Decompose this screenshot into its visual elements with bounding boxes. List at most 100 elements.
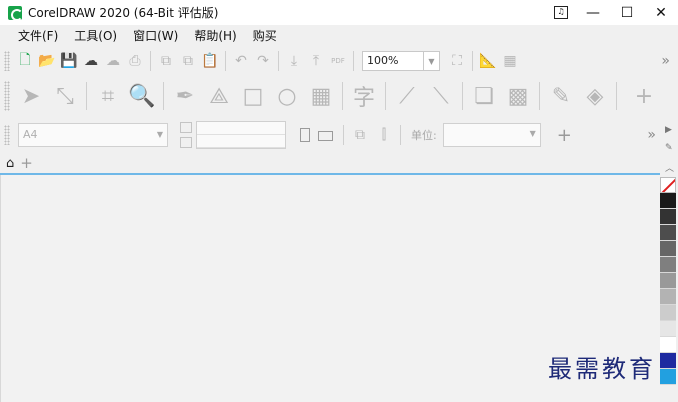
rulers-icon[interactable]: 📐 bbox=[477, 50, 499, 72]
shape-tool-icon[interactable]: ⤡ bbox=[48, 79, 82, 113]
toolbar-grip[interactable] bbox=[4, 125, 10, 145]
color-palette bbox=[660, 177, 676, 385]
color-swatch[interactable] bbox=[660, 337, 676, 353]
crop-tool-icon[interactable]: ⌗ bbox=[91, 79, 125, 113]
landscape-icon[interactable] bbox=[318, 131, 333, 141]
color-swatch[interactable] bbox=[660, 225, 676, 241]
page-size-dropdown[interactable]: A4 ▼ bbox=[18, 123, 168, 147]
menu-window[interactable]: 窗口(W) bbox=[125, 25, 186, 47]
page-dimensions bbox=[180, 121, 286, 149]
parallel-dimension-icon[interactable]: ⟁ bbox=[202, 79, 236, 113]
separator bbox=[86, 82, 87, 110]
notifications-button[interactable]: ♫ bbox=[546, 0, 576, 25]
import-icon[interactable]: ⤓ bbox=[283, 50, 305, 72]
redo-icon[interactable]: ↷ bbox=[252, 50, 274, 72]
color-swatch[interactable] bbox=[660, 305, 676, 321]
maximize-button[interactable]: ☐ bbox=[610, 0, 644, 25]
unit-label: 单位: bbox=[411, 129, 437, 142]
open-icon[interactable]: 📂 bbox=[36, 50, 58, 72]
pen-tool-icon[interactable]: ✒ bbox=[168, 79, 202, 113]
transparency-tool-icon[interactable]: ▩ bbox=[501, 79, 535, 113]
rectangle-tool-icon[interactable]: □ bbox=[236, 79, 270, 113]
chevron-up-icon[interactable]: ︿ bbox=[665, 161, 674, 174]
eyedropper-icon[interactable]: ✎ bbox=[665, 143, 673, 153]
cloud-download-icon[interactable]: ☁ bbox=[80, 50, 102, 72]
page-dimension-icons bbox=[180, 122, 194, 148]
connector-tool-icon[interactable]: ⟋ bbox=[390, 79, 424, 113]
menu-bar: 文件(F) 工具(O) 窗口(W) 帮助(H) 购买 bbox=[0, 25, 678, 47]
close-button[interactable]: ✕ bbox=[644, 0, 678, 25]
separator bbox=[539, 82, 540, 110]
table-tool-icon[interactable]: ▦ bbox=[304, 79, 338, 113]
separator bbox=[278, 51, 279, 71]
eyedropper-icon[interactable]: ✎ bbox=[544, 79, 578, 113]
drop-shadow-icon[interactable]: ❏ bbox=[467, 79, 501, 113]
portrait-icon[interactable] bbox=[300, 128, 310, 142]
menu-file[interactable]: 文件(F) bbox=[10, 25, 66, 47]
chevron-down-icon: ▼ bbox=[156, 130, 163, 139]
color-swatch[interactable] bbox=[660, 353, 676, 369]
menu-help[interactable]: 帮助(H) bbox=[186, 25, 244, 47]
workspace-canvas[interactable]: 最需教育 bbox=[0, 175, 660, 402]
save-icon[interactable]: 💾 bbox=[58, 50, 80, 72]
property-bar: A4 ▼ ⧉ ⫿ 单位: ▼ + » bbox=[0, 117, 678, 153]
color-swatch[interactable] bbox=[660, 289, 676, 305]
export-icon[interactable]: ⤒ bbox=[305, 50, 327, 72]
color-swatch[interactable] bbox=[660, 193, 676, 209]
cloud-upload-icon[interactable]: ☁ bbox=[102, 50, 124, 72]
full-screen-icon[interactable]: ⛶ bbox=[446, 50, 468, 72]
notification-icon: ♫ bbox=[554, 6, 568, 19]
separator bbox=[163, 82, 164, 110]
page-size-value: A4 bbox=[23, 128, 38, 141]
toolbar-overflow-icon[interactable]: » bbox=[661, 53, 670, 69]
color-swatch[interactable] bbox=[660, 257, 676, 273]
current-page-icon[interactable]: ⫿ bbox=[372, 123, 396, 147]
color-swatch[interactable] bbox=[660, 273, 676, 289]
menu-tools[interactable]: 工具(O) bbox=[66, 25, 125, 47]
pick-tool-icon[interactable]: ➤ bbox=[14, 79, 48, 113]
title-bar: CorelDRAW 2020 (64-Bit 评估版) ♫ — ☐ ✕ bbox=[0, 0, 678, 25]
clipboard-icon[interactable]: 📋 bbox=[199, 50, 221, 72]
separator bbox=[343, 125, 344, 145]
toolbar-grip[interactable] bbox=[4, 51, 10, 71]
separator bbox=[342, 82, 343, 110]
color-swatch[interactable] bbox=[660, 321, 676, 337]
export-pdf-icon[interactable]: PDF bbox=[327, 50, 349, 72]
separator bbox=[462, 82, 463, 110]
separator bbox=[150, 51, 151, 71]
paste-icon[interactable]: ⧉ bbox=[177, 50, 199, 72]
home-icon[interactable]: ⌂ bbox=[6, 156, 14, 171]
ellipse-tool-icon[interactable]: ○ bbox=[270, 79, 304, 113]
toolbar-overflow-icon[interactable]: » bbox=[647, 127, 656, 143]
fill-tool-icon[interactable]: ◈ bbox=[578, 79, 612, 113]
all-pages-icon[interactable]: ⧉ bbox=[348, 123, 372, 147]
color-swatch[interactable] bbox=[660, 241, 676, 257]
toolbar-grip[interactable] bbox=[4, 81, 10, 111]
separator bbox=[225, 51, 226, 71]
minimize-button[interactable]: — bbox=[576, 0, 610, 25]
color-swatch[interactable] bbox=[660, 369, 676, 385]
grid-icon[interactable]: ▦ bbox=[499, 50, 521, 72]
menu-buy[interactable]: 购买 bbox=[245, 25, 285, 47]
new-document-icon[interactable]: 🗋 bbox=[14, 50, 36, 72]
chevron-down-icon: ▼ bbox=[529, 129, 536, 138]
coreldraw-logo-icon bbox=[8, 5, 23, 21]
separator bbox=[385, 82, 386, 110]
add-tool-icon[interactable]: + bbox=[627, 79, 661, 113]
page-dimension-fields[interactable] bbox=[196, 121, 286, 149]
unit-dropdown[interactable]: ▼ bbox=[442, 123, 541, 147]
copy-icon[interactable]: ⧉ bbox=[155, 50, 177, 72]
zoom-tool-icon[interactable]: 🔍 bbox=[125, 79, 159, 113]
zoom-level-input[interactable]: 100% bbox=[362, 51, 424, 71]
watermark-text: 最需教育 bbox=[548, 355, 656, 383]
add-button[interactable]: + bbox=[557, 125, 572, 146]
expand-arrow-icon[interactable]: ▶ bbox=[665, 125, 672, 135]
color-swatch[interactable] bbox=[660, 209, 676, 225]
blend-tool-icon[interactable]: ⟍ bbox=[424, 79, 458, 113]
undo-icon[interactable]: ↶ bbox=[230, 50, 252, 72]
new-tab-button[interactable]: + bbox=[20, 154, 33, 172]
zoom-dropdown-button[interactable]: ▼ bbox=[424, 51, 440, 71]
print-icon[interactable]: ⎙ bbox=[124, 50, 146, 72]
text-tool-icon[interactable]: 字 bbox=[347, 79, 381, 113]
no-color-swatch[interactable] bbox=[660, 177, 676, 193]
